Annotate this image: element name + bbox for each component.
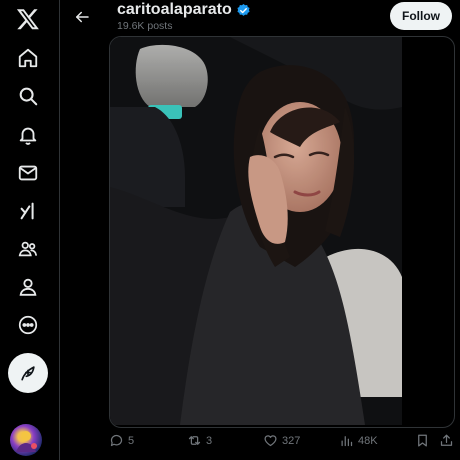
- post-header: caritoalaparato 19.6K posts Follow: [61, 0, 460, 38]
- follow-button[interactable]: Follow: [390, 2, 452, 30]
- bookmark-button[interactable]: [415, 433, 430, 448]
- share-icon: [440, 434, 453, 446]
- communities-icon[interactable]: [9, 230, 47, 268]
- profile-name[interactable]: caritoalaparato: [117, 1, 232, 19]
- main-column: caritoalaparato 19.6K posts Follow 5 3 3…: [61, 0, 460, 460]
- bookmark-icon: [418, 434, 427, 447]
- bell-icon[interactable]: [9, 116, 47, 154]
- repost-count: 3: [206, 434, 213, 447]
- profile-heading: caritoalaparato 19.6K posts: [117, 1, 251, 32]
- views-count: 48K: [358, 434, 378, 447]
- like-icon: [264, 435, 277, 447]
- x-logo-icon[interactable]: [9, 0, 47, 38]
- more-icon[interactable]: [9, 306, 47, 344]
- post-actions-bar: 5 3 327 48K: [109, 431, 460, 453]
- back-button[interactable]: [67, 2, 97, 32]
- reply-button[interactable]: 5: [109, 433, 134, 448]
- reply-count: 5: [128, 434, 135, 447]
- like-count: 327: [282, 434, 301, 447]
- post-media[interactable]: [109, 36, 455, 428]
- repost-icon: [188, 436, 201, 445]
- profile-icon[interactable]: [9, 268, 47, 306]
- post-photo[interactable]: [110, 37, 402, 425]
- compose-button[interactable]: [8, 353, 48, 393]
- posts-count: 19.6K posts: [117, 20, 173, 32]
- photo-illustration: [110, 37, 402, 425]
- back-arrow-icon: [76, 11, 89, 23]
- repost-button[interactable]: 3: [187, 433, 212, 448]
- views-icon: [341, 436, 353, 447]
- account-avatar[interactable]: [10, 424, 42, 456]
- views-button[interactable]: 48K: [339, 433, 378, 448]
- search-icon[interactable]: [9, 77, 47, 115]
- sidebar: [0, 0, 60, 460]
- like-button[interactable]: 327: [263, 433, 300, 448]
- grok-icon[interactable]: [9, 192, 47, 230]
- reply-icon: [110, 434, 123, 447]
- mail-icon[interactable]: [9, 154, 47, 192]
- compose-icon: [21, 366, 35, 381]
- verified-badge-icon: [237, 3, 250, 16]
- home-icon[interactable]: [9, 39, 47, 77]
- share-button[interactable]: [439, 433, 454, 448]
